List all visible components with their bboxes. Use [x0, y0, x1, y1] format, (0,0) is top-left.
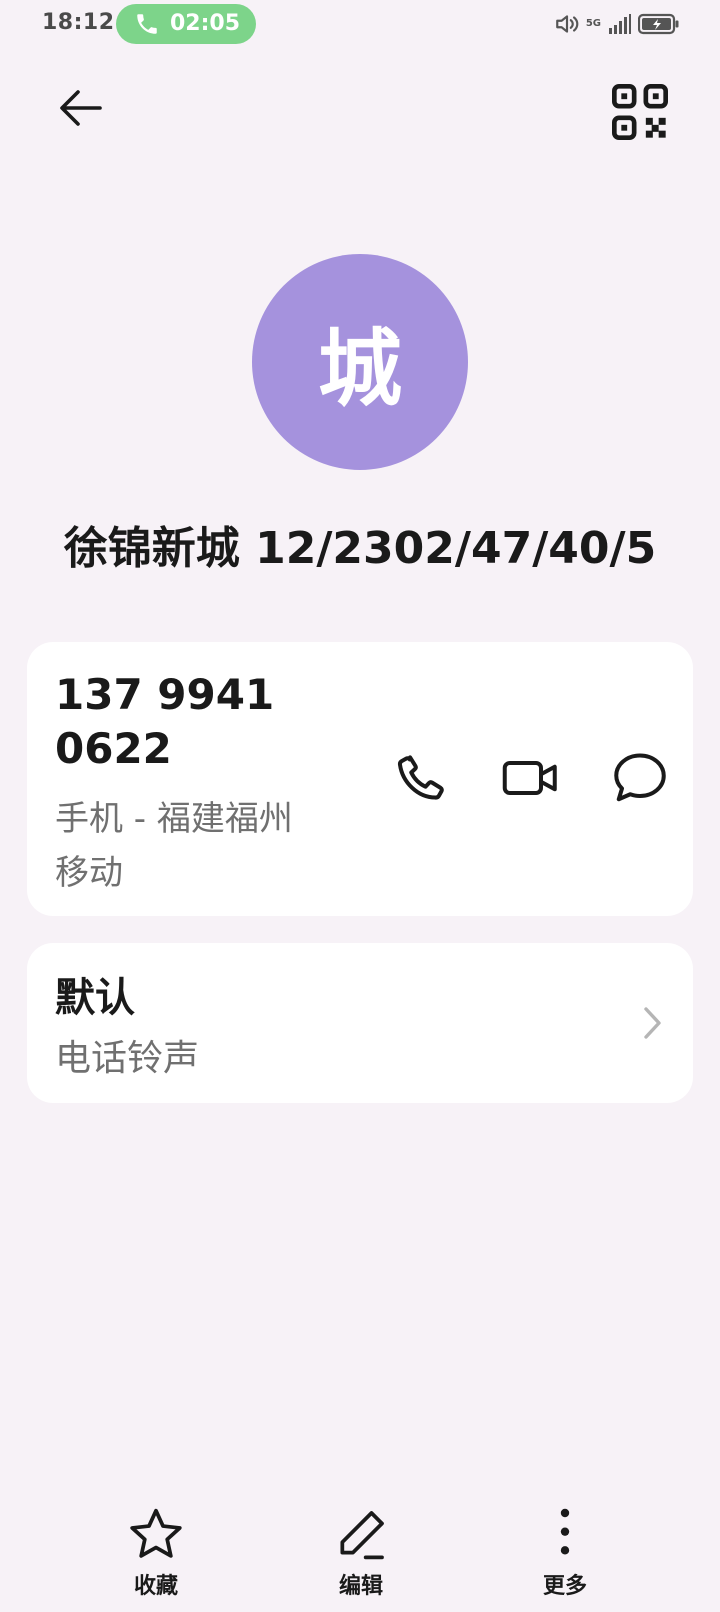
speaker-icon [555, 15, 579, 33]
call-duration: 02:05 [170, 11, 241, 36]
contact-name: 徐锦新城 12/2302/47/40/5 [63, 523, 657, 574]
back-arrow-icon [60, 90, 102, 126]
qr-code-icon [612, 84, 668, 140]
qr-code-button[interactable] [612, 84, 668, 140]
network-type: 5G [585, 18, 601, 29]
avatar: 城 [252, 254, 468, 470]
edit-button[interactable]: 编辑 [301, 1500, 421, 1600]
phone-type: 手机 - 福建福州 移动 [55, 792, 365, 900]
phone-number-line2: 0622 [55, 724, 172, 773]
more-label: 更多 [542, 1574, 587, 1599]
status-time: 18:12 [42, 10, 115, 35]
phone-type-line1: 手机 - 福建福州 [55, 799, 293, 839]
video-call-icon [502, 761, 557, 795]
ringtone-subtitle: 电话铃声 [55, 1038, 200, 1079]
phone-icon [137, 14, 157, 34]
message-icon [614, 753, 666, 802]
chevron-right-icon [644, 1007, 661, 1039]
more-vertical-icon [560, 1508, 570, 1555]
phone-number: 137 9941 0622 [55, 668, 315, 776]
signal-icon [609, 14, 631, 34]
favorite-label: 收藏 [133, 1574, 178, 1599]
battery-icon [638, 13, 679, 35]
bottom-action-bar: 收藏 编辑 更多 [0, 1500, 720, 1612]
phone-number-card[interactable]: 137 9941 0622 手机 - 福建福州 移动 [27, 642, 693, 916]
edit-label: 编辑 [338, 1574, 383, 1599]
avatar-letter: 城 [317, 319, 402, 418]
status-bar: 18:12 02:05 5G [0, 0, 720, 48]
phone-type-line2: 移动 [55, 853, 123, 893]
phone-icon [397, 755, 444, 800]
ongoing-call-pill[interactable]: 02:05 [116, 4, 256, 44]
favorite-button[interactable]: 收藏 [96, 1500, 216, 1600]
ringtone-title: 默认 [55, 975, 135, 1021]
more-button[interactable]: 更多 [505, 1500, 625, 1600]
pencil-icon [340, 1511, 384, 1560]
back-button[interactable] [52, 82, 112, 142]
call-button[interactable] [392, 748, 452, 808]
star-icon [130, 1508, 182, 1558]
ringtone-card[interactable]: 默认 电话铃声 [27, 943, 693, 1103]
video-call-button[interactable] [501, 748, 561, 808]
phone-number-line1: 137 9941 [55, 670, 275, 719]
message-button[interactable] [610, 748, 670, 808]
status-icons: 5G [554, 10, 680, 38]
